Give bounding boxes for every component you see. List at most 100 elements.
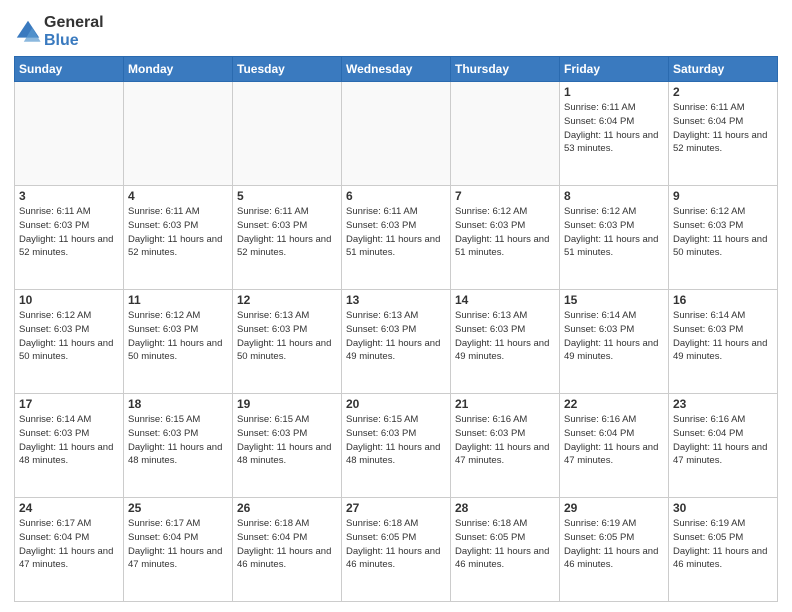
day-cell: 11Sunrise: 6:12 AM Sunset: 6:03 PM Dayli…: [124, 290, 233, 394]
day-number: 28: [455, 501, 555, 515]
day-cell: 26 Sunrise: 6:18 AM Sunset: 6:04 PM Dayli…: [233, 498, 342, 602]
day-info: Sunrise: 6:19 AM Sunset: 6:05 PM Dayligh…: [564, 517, 664, 572]
day-info: Sunrise: 6:14 AM Sunset: 6:03 PM Dayligh…: [673, 309, 773, 364]
day-cell: [124, 82, 233, 186]
day-cell: 15 Sunrise: 6:14 AM Sunset: 6:03 PM Dayli…: [560, 290, 669, 394]
day-info: Sunrise: 6:12 AM Sunset: 6:03 PM Dayligh…: [564, 205, 664, 260]
day-info: Sunrise: 6:16 AM Sunset: 6:04 PM Dayligh…: [673, 413, 773, 468]
day-info: Sunrise: 6:12 AM Sunset: 6:03 PM Dayligh…: [673, 205, 773, 260]
day-info: Sunrise: 6:13 AM Sunset: 6:03 PM Dayligh…: [455, 309, 555, 364]
day-number: 25: [128, 501, 228, 515]
day-number: 21: [455, 397, 555, 411]
day-cell: 4 Sunrise: 6:11 AM Sunset: 6:03 PM Daylig…: [124, 186, 233, 290]
day-number: 18: [128, 397, 228, 411]
day-cell: 25 Sunrise: 6:17 AM Sunset: 6:04 PM Dayli…: [124, 498, 233, 602]
calendar-body: 1 Sunrise: 6:11 AM Sunset: 6:04 PM Daylig…: [15, 82, 778, 602]
day-number: 13: [346, 293, 446, 307]
day-cell: 20 Sunrise: 6:15 AM Sunset: 6:03 PM Dayli…: [342, 394, 451, 498]
day-cell: 30 Sunrise: 6:19 AM Sunset: 6:05 PM Dayli…: [669, 498, 778, 602]
day-info: Sunrise: 6:13 AM Sunset: 6:03 PM Dayligh…: [237, 309, 337, 364]
weekday-header-row: SundayMondayTuesdayWednesdayThursdayFrid…: [15, 57, 778, 82]
weekday-saturday: Saturday: [669, 57, 778, 82]
day-cell: 14 Sunrise: 6:13 AM Sunset: 6:03 PM Dayli…: [451, 290, 560, 394]
day-cell: 9 Sunrise: 6:12 AM Sunset: 6:03 PM Daylig…: [669, 186, 778, 290]
day-cell: 12 Sunrise: 6:13 AM Sunset: 6:03 PM Dayli…: [233, 290, 342, 394]
day-cell: 28Sunrise: 6:18 AM Sunset: 6:05 PM Dayli…: [451, 498, 560, 602]
day-info: Sunrise: 6:11 AM Sunset: 6:03 PM Dayligh…: [346, 205, 446, 260]
page: General Blue SundayMondayTuesdayWednesda…: [0, 0, 792, 612]
week-row-3: 17 Sunrise: 6:14 AM Sunset: 6:03 PM Dayli…: [15, 394, 778, 498]
day-info: Sunrise: 6:15 AM Sunset: 6:03 PM Dayligh…: [346, 413, 446, 468]
day-number: 14: [455, 293, 555, 307]
calendar-table: SundayMondayTuesdayWednesdayThursdayFrid…: [14, 56, 778, 602]
day-cell: 8 Sunrise: 6:12 AM Sunset: 6:03 PM Daylig…: [560, 186, 669, 290]
day-number: 20: [346, 397, 446, 411]
day-cell: 29Sunrise: 6:19 AM Sunset: 6:05 PM Dayli…: [560, 498, 669, 602]
day-number: 15: [564, 293, 664, 307]
day-number: 9: [673, 189, 773, 203]
day-cell: 21 Sunrise: 6:16 AM Sunset: 6:03 PM Dayli…: [451, 394, 560, 498]
day-cell: 17 Sunrise: 6:14 AM Sunset: 6:03 PM Dayli…: [15, 394, 124, 498]
week-row-2: 10Sunrise: 6:12 AM Sunset: 6:03 PM Dayli…: [15, 290, 778, 394]
day-cell: 1 Sunrise: 6:11 AM Sunset: 6:04 PM Daylig…: [560, 82, 669, 186]
week-row-0: 1 Sunrise: 6:11 AM Sunset: 6:04 PM Daylig…: [15, 82, 778, 186]
weekday-tuesday: Tuesday: [233, 57, 342, 82]
day-info: Sunrise: 6:18 AM Sunset: 6:05 PM Dayligh…: [346, 517, 446, 572]
day-cell: 19 Sunrise: 6:15 AM Sunset: 6:03 PM Dayli…: [233, 394, 342, 498]
weekday-thursday: Thursday: [451, 57, 560, 82]
day-number: 30: [673, 501, 773, 515]
day-number: 3: [19, 189, 119, 203]
day-number: 1: [564, 85, 664, 99]
day-cell: 6Sunrise: 6:11 AM Sunset: 6:03 PM Daylig…: [342, 186, 451, 290]
day-number: 12: [237, 293, 337, 307]
day-number: 27: [346, 501, 446, 515]
day-cell: [15, 82, 124, 186]
day-info: Sunrise: 6:14 AM Sunset: 6:03 PM Dayligh…: [564, 309, 664, 364]
day-number: 8: [564, 189, 664, 203]
day-cell: 3 Sunrise: 6:11 AM Sunset: 6:03 PM Daylig…: [15, 186, 124, 290]
day-cell: [451, 82, 560, 186]
day-number: 10: [19, 293, 119, 307]
calendar-header: SundayMondayTuesdayWednesdayThursdayFrid…: [15, 57, 778, 82]
day-info: Sunrise: 6:11 AM Sunset: 6:03 PM Dayligh…: [237, 205, 337, 260]
day-number: 7: [455, 189, 555, 203]
day-cell: [233, 82, 342, 186]
day-info: Sunrise: 6:18 AM Sunset: 6:04 PM Dayligh…: [237, 517, 337, 572]
day-info: Sunrise: 6:11 AM Sunset: 6:04 PM Dayligh…: [564, 101, 664, 156]
day-cell: 24Sunrise: 6:17 AM Sunset: 6:04 PM Dayli…: [15, 498, 124, 602]
day-info: Sunrise: 6:11 AM Sunset: 6:04 PM Dayligh…: [673, 101, 773, 156]
day-cell: 22 Sunrise: 6:16 AM Sunset: 6:04 PM Dayli…: [560, 394, 669, 498]
day-info: Sunrise: 6:14 AM Sunset: 6:03 PM Dayligh…: [19, 413, 119, 468]
day-info: Sunrise: 6:13 AM Sunset: 6:03 PM Dayligh…: [346, 309, 446, 364]
week-row-1: 3 Sunrise: 6:11 AM Sunset: 6:03 PM Daylig…: [15, 186, 778, 290]
day-info: Sunrise: 6:12 AM Sunset: 6:03 PM Dayligh…: [455, 205, 555, 260]
logo: General Blue: [14, 14, 104, 50]
day-info: Sunrise: 6:16 AM Sunset: 6:03 PM Dayligh…: [455, 413, 555, 468]
day-number: 16: [673, 293, 773, 307]
day-info: Sunrise: 6:17 AM Sunset: 6:04 PM Dayligh…: [19, 517, 119, 572]
day-number: 2: [673, 85, 773, 99]
day-info: Sunrise: 6:15 AM Sunset: 6:03 PM Dayligh…: [237, 413, 337, 468]
day-info: Sunrise: 6:17 AM Sunset: 6:04 PM Dayligh…: [128, 517, 228, 572]
day-info: Sunrise: 6:11 AM Sunset: 6:03 PM Dayligh…: [128, 205, 228, 260]
day-info: Sunrise: 6:15 AM Sunset: 6:03 PM Dayligh…: [128, 413, 228, 468]
day-number: 17: [19, 397, 119, 411]
day-info: Sunrise: 6:11 AM Sunset: 6:03 PM Dayligh…: [19, 205, 119, 260]
weekday-wednesday: Wednesday: [342, 57, 451, 82]
day-cell: 23 Sunrise: 6:16 AM Sunset: 6:04 PM Dayli…: [669, 394, 778, 498]
day-number: 11: [128, 293, 228, 307]
day-number: 26: [237, 501, 337, 515]
day-info: Sunrise: 6:19 AM Sunset: 6:05 PM Dayligh…: [673, 517, 773, 572]
day-number: 23: [673, 397, 773, 411]
day-number: 4: [128, 189, 228, 203]
weekday-sunday: Sunday: [15, 57, 124, 82]
day-cell: [342, 82, 451, 186]
day-info: Sunrise: 6:16 AM Sunset: 6:04 PM Dayligh…: [564, 413, 664, 468]
day-cell: 16 Sunrise: 6:14 AM Sunset: 6:03 PM Dayli…: [669, 290, 778, 394]
day-cell: 2 Sunrise: 6:11 AM Sunset: 6:04 PM Daylig…: [669, 82, 778, 186]
weekday-monday: Monday: [124, 57, 233, 82]
day-number: 19: [237, 397, 337, 411]
logo-text: General Blue: [44, 14, 104, 50]
day-cell: 27 Sunrise: 6:18 AM Sunset: 6:05 PM Dayli…: [342, 498, 451, 602]
day-number: 22: [564, 397, 664, 411]
